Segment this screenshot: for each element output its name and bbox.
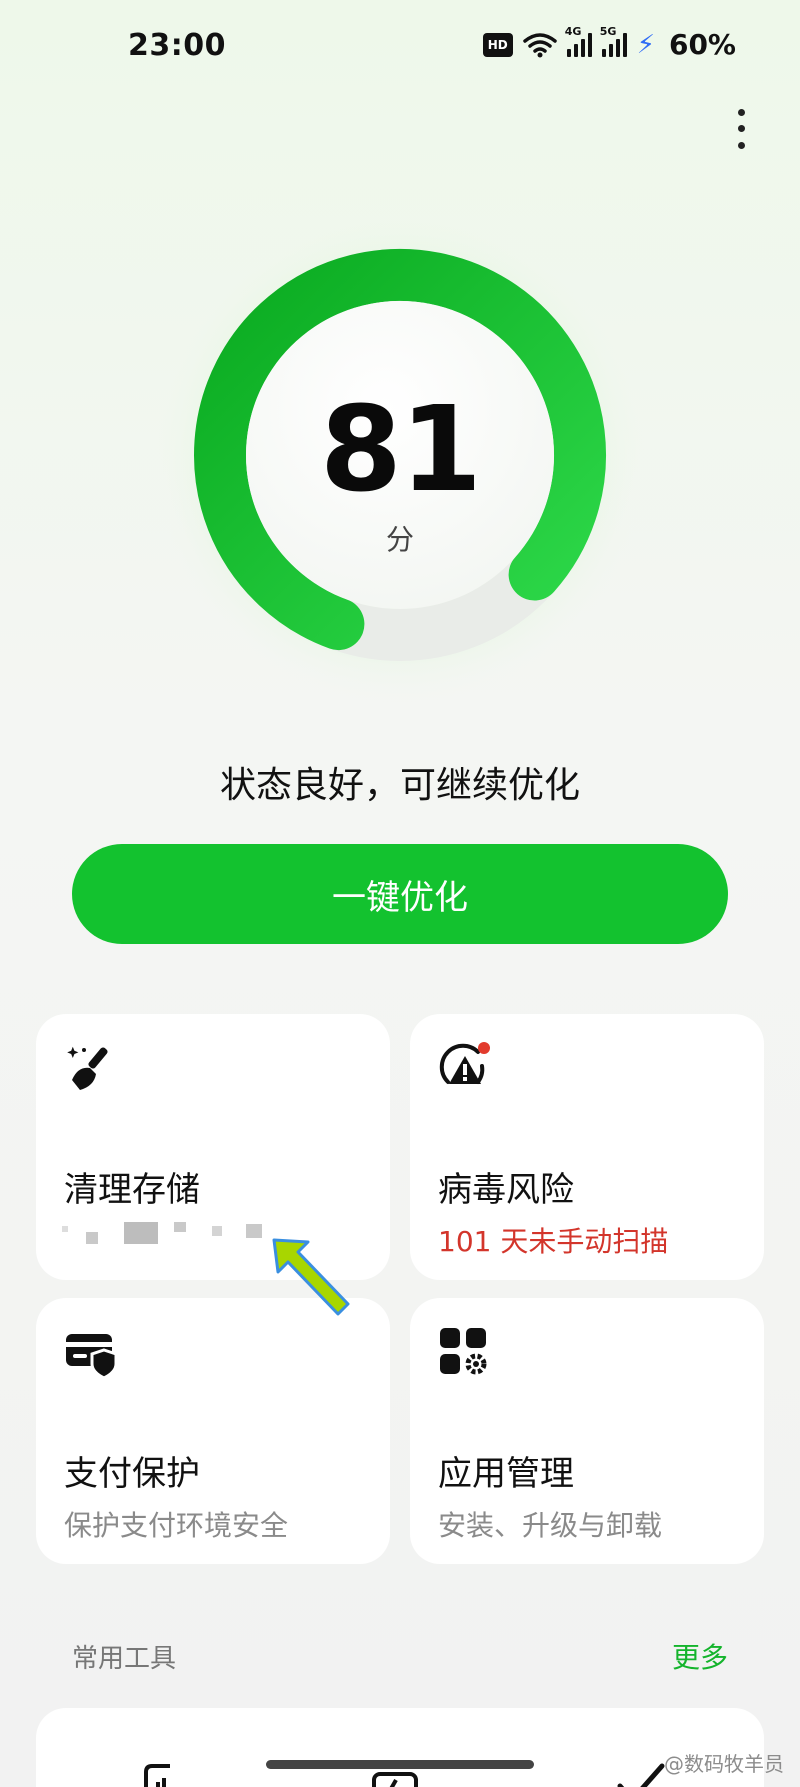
status-bar: 23:00 HD 4G 5G ⚡ 60% xyxy=(0,0,800,92)
card-shield-icon xyxy=(66,1334,118,1380)
card-subtitle: 保护支付环境安全 xyxy=(64,1509,289,1542)
phone-manager-screen: 23:00 HD 4G 5G ⚡ 60% 81 分 状态良好，可继续优化 一键优… xyxy=(0,0,800,1787)
status-message: 状态良好，可继续优化 xyxy=(219,765,580,806)
broom-sparkle-icon xyxy=(67,1046,108,1090)
signal-icon: 4G xyxy=(565,25,592,57)
score-gauge: 81 分 xyxy=(150,170,650,730)
watermark: @数码牧羊员 xyxy=(664,1752,784,1776)
battery-percentage: 60% xyxy=(668,28,736,61)
common-tools-label: 常用工具 xyxy=(72,1644,177,1674)
card-title: 支付保护 xyxy=(64,1454,200,1494)
tool-phone-icon[interactable] xyxy=(136,1760,180,1787)
more-options-button[interactable] xyxy=(726,104,756,154)
card-title: 病毒风险 xyxy=(438,1170,574,1210)
app-management-card[interactable]: 应用管理 安装、升级与卸载 xyxy=(410,1298,764,1564)
card-title: 清理存储 xyxy=(64,1170,200,1210)
network-type-2: 5G xyxy=(599,24,617,38)
score-unit: 分 xyxy=(385,523,414,556)
health-score: 81 xyxy=(319,380,482,518)
status-time: 23:00 xyxy=(128,28,226,63)
network-type-1: 4G xyxy=(564,24,582,38)
alert-badge xyxy=(478,1042,490,1054)
payment-protection-card[interactable]: 支付保护 保护支付环境安全 xyxy=(36,1298,390,1564)
tool-battery-icon[interactable] xyxy=(370,1770,422,1787)
annotation-arrow-icon xyxy=(272,1238,350,1316)
wifi-icon xyxy=(522,32,557,57)
virus-risk-card[interactable]: 病毒风险 101 天未手动扫描 xyxy=(410,1014,764,1280)
hd-badge: HD xyxy=(482,32,513,57)
charging-icon: ⚡ xyxy=(636,29,655,60)
tool-check-icon[interactable] xyxy=(616,1760,668,1787)
apps-gear-icon xyxy=(440,1328,487,1375)
home-indicator[interactable] xyxy=(266,1760,534,1769)
signal-icon-2: 5G xyxy=(600,25,627,57)
card-subtitle: 安装、升级与卸载 xyxy=(438,1509,663,1542)
scan-warning: 101 天未手动扫描 xyxy=(438,1225,669,1258)
common-tools-panel xyxy=(36,1708,764,1787)
one-tap-optimize-button[interactable]: 一键优化 xyxy=(72,844,728,944)
card-title: 应用管理 xyxy=(438,1454,574,1494)
virus-alert-icon xyxy=(439,1042,490,1084)
status-indicators: HD 4G 5G ⚡ 60% xyxy=(482,25,736,61)
more-tools-link[interactable]: 更多 xyxy=(672,1636,728,1676)
